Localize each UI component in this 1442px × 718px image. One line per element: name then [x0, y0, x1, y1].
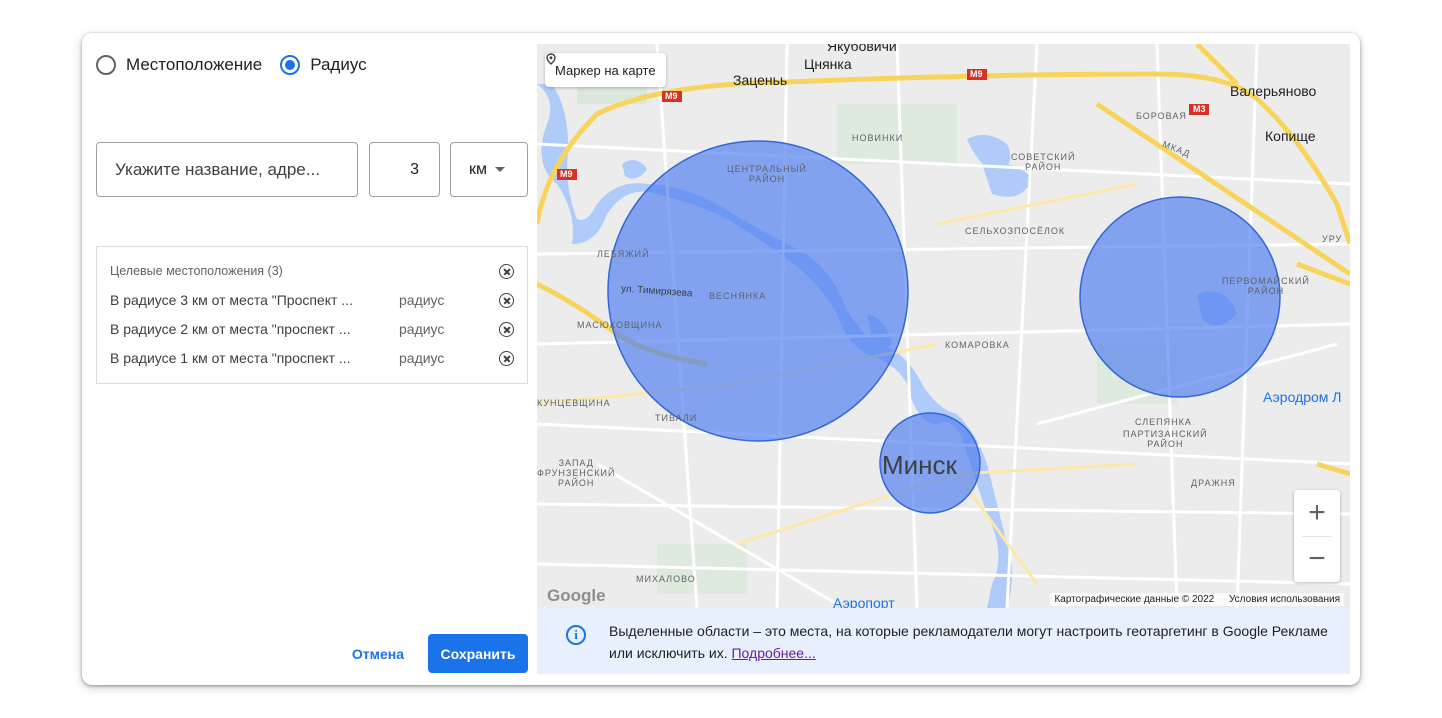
info-icon: i	[566, 625, 586, 645]
save-button[interactable]: Сохранить	[428, 634, 528, 673]
zoom-controls: + −	[1294, 490, 1340, 582]
road-shield-m9: M9	[560, 169, 573, 179]
map-label: БОРОВАЯ	[1136, 111, 1187, 121]
map-label: СЛЕПЯНКА	[1135, 417, 1192, 427]
map-label: МАСЮКОВЩИНА	[577, 320, 663, 330]
map-label: ЗАПАД ФРУНЗЕНСКИЙ РАЙОН	[537, 458, 616, 488]
list-item-text: В радиусе 1 км от места "проспект ...	[110, 350, 351, 366]
list-item-text: В радиусе 2 км от места "проспект ...	[110, 321, 351, 337]
info-banner: i Выделенные области – это места, на кот…	[537, 608, 1350, 674]
map-label: ТИВАЛИ	[655, 413, 698, 423]
location-radio-label[interactable]: Местоположение	[126, 55, 262, 75]
chevron-down-icon	[495, 167, 505, 172]
remove-icon[interactable]	[499, 293, 514, 308]
remove-icon[interactable]	[499, 351, 514, 366]
map-attribution: Картографические данные © 2022 Условия и…	[1050, 593, 1344, 606]
target-locations-header: Целевые местоположения (3)	[110, 264, 283, 278]
google-logo: Google	[547, 586, 606, 605]
info-message: Выделенные области – это места, на котор…	[609, 623, 1328, 661]
map[interactable]: M9 M9 M9 M3 Якубовичи Цнянка Заценьь Вал…	[537, 44, 1350, 608]
list-item-type: радиус	[399, 350, 445, 366]
map-data-attribution: Картографические данные © 2022	[1054, 594, 1215, 605]
radius-radio[interactable]	[280, 55, 301, 75]
remove-icon[interactable]	[499, 322, 514, 337]
location-dialog: Местоположение Радиус км Целевые местопо…	[82, 33, 1360, 685]
map-label: УРУ	[1322, 234, 1343, 244]
road-shield-m3: M3	[1193, 104, 1206, 114]
zoom-out-button[interactable]: −	[1294, 536, 1340, 582]
map-label: Копище	[1265, 128, 1316, 144]
map-label: Заценьь	[733, 72, 788, 88]
map-label: ЛЕБЯЖИЙ	[597, 249, 650, 259]
map-label: ПАРТИЗАНСКИЙ РАЙОН	[1123, 429, 1208, 449]
radius-value-input[interactable]	[369, 142, 440, 197]
road-shield-m9: M9	[665, 91, 678, 101]
list-item-type: радиус	[399, 292, 445, 308]
map-label: СОВЕТСКИЙ РАЙОН	[1011, 152, 1076, 172]
map-label: КУНЦЕВЩИНА	[537, 398, 611, 408]
targeting-mode-radio-group: Местоположение Радиус	[96, 55, 385, 75]
map-label: ЦЕНТРАЛЬНЫЙ РАЙОН	[727, 164, 808, 184]
map-label: МИХАЛОВО	[636, 574, 696, 584]
road-shield-m9: M9	[970, 69, 983, 79]
map-label: НОВИНКИ	[852, 133, 904, 143]
map-label: Аэропорт	[833, 595, 895, 608]
location-pin-icon	[546, 53, 556, 65]
list-item-type: радиус	[399, 321, 445, 337]
map-label: КОМАРОВКА	[945, 340, 1010, 350]
cancel-button[interactable]: Отмена	[338, 634, 418, 673]
map-label: Аэродром Л	[1263, 389, 1342, 405]
map-marker-button-label: Маркер на карте	[555, 62, 656, 78]
map-label: Цнянка	[804, 56, 852, 72]
target-locations-list: Целевые местоположения (3) В радиусе 3 к…	[96, 246, 528, 384]
remove-all-icon[interactable]	[499, 264, 514, 279]
terms-link[interactable]: Условия использования	[1229, 594, 1340, 605]
map-label: ДРАЖНЯ	[1191, 478, 1236, 488]
map-label: СЕЛЬХОЗПОСЁЛОК	[965, 226, 1066, 236]
map-label: Валерьяново	[1230, 83, 1317, 99]
list-item-text: В радиусе 3 км от места "Проспект ...	[110, 292, 353, 308]
zoom-in-button[interactable]: +	[1294, 490, 1340, 536]
map-label: Якубовичи	[827, 44, 897, 54]
learn-more-link[interactable]: Подробнее...	[731, 645, 815, 661]
map-label: ПЕРВОМАЙСКИЙ РАЙОН	[1222, 276, 1310, 296]
map-label-city: Минск	[882, 450, 957, 480]
radius-radio-label[interactable]: Радиус	[310, 55, 366, 75]
map-label: ВЕСНЯНКА	[709, 291, 767, 301]
unit-select[interactable]: км	[450, 142, 528, 197]
map-marker-button[interactable]: Маркер на карте	[545, 53, 666, 87]
location-radio[interactable]	[96, 55, 116, 75]
address-search-input[interactable]	[96, 142, 358, 197]
unit-select-value: км	[469, 160, 487, 178]
info-text: Выделенные области – это места, на котор…	[609, 620, 1329, 664]
